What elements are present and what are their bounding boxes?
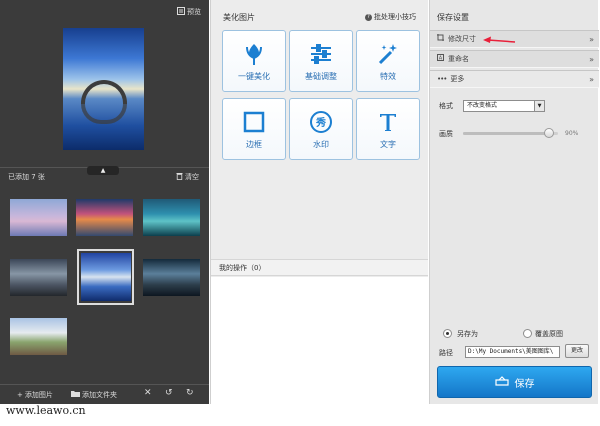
more-label: 更多 (450, 74, 465, 83)
image-thumbnail[interactable] (143, 199, 200, 236)
save-settings-panel: 保存设置 修改尺寸 » A 重命名 » ••• 更多 » 格式 不改变格式 ▼ … (429, 0, 599, 404)
image-thumbnail[interactable] (10, 259, 67, 296)
overwrite-label: 覆盖原图 (535, 330, 563, 338)
magic-wand-icon (357, 41, 419, 67)
app-window: 预览 ▲ 已添加 7 张 清空 + 添加图片 添加文件夹 ✕ ↺ ↻ 美化图片 … (0, 0, 600, 426)
clear-button[interactable]: 清空 (176, 172, 199, 182)
resize-label: 修改尺寸 (448, 34, 476, 43)
chevron-right-icon: » (589, 55, 594, 64)
image-list-panel: 预览 ▲ 已添加 7 张 清空 + 添加图片 添加文件夹 ✕ ↺ ↻ (0, 0, 209, 404)
save-settings-title: 保存设置 (437, 13, 469, 22)
save-label: 保存 (514, 378, 535, 390)
tool-border[interactable]: 边框 (222, 98, 286, 160)
format-label: 格式 (439, 102, 453, 110)
tool-watermark[interactable]: 秀 水印 (289, 98, 353, 160)
format-select[interactable]: 不改变格式 ▼ (463, 100, 545, 112)
quality-value: 90% (565, 130, 579, 137)
add-image-label: 添加图片 (24, 390, 53, 399)
bridge-reflection (81, 104, 127, 124)
rename-label: 重命名 (448, 54, 469, 63)
image-thumbnail[interactable] (143, 259, 200, 296)
bridge-arch (81, 80, 127, 104)
tool-label: 文字 (380, 140, 396, 149)
quality-label: 画质 (439, 130, 453, 138)
sliders-icon (290, 41, 352, 67)
more-section[interactable]: ••• 更多 » (430, 70, 599, 88)
clear-label: 清空 (185, 173, 199, 181)
my-operations-header: 我的操作（0） (211, 259, 428, 276)
save-button[interactable]: 保存 (437, 366, 592, 398)
rename-section[interactable]: A 重命名 » (430, 50, 599, 68)
rename-icon: A (437, 51, 444, 68)
plus-icon: + (17, 390, 23, 399)
left-toolbar: + 添加图片 添加文件夹 (0, 384, 209, 404)
quality-slider-handle[interactable] (543, 128, 554, 138)
image-thumbnail-selected[interactable] (81, 253, 131, 301)
tips-label: 批处理小技巧 (374, 13, 416, 21)
path-field[interactable]: D:\My Documents\美图图库\ (465, 346, 560, 358)
tool-auto-beautify[interactable]: 一键美化 (222, 30, 286, 92)
path-label: 路径 (439, 349, 453, 357)
trash-icon (176, 172, 183, 182)
tool-label: 特效 (380, 72, 396, 81)
more-icon: ••• (437, 74, 447, 83)
image-thumbnail[interactable] (76, 199, 133, 236)
save-as-label: 另存为 (457, 330, 478, 338)
preview-button[interactable]: 预览 (177, 7, 201, 17)
tool-basic-adjust[interactable]: 基础调整 (289, 30, 353, 92)
quality-slider[interactable] (463, 128, 558, 138)
tool-text[interactable]: 文字 (356, 98, 420, 160)
beautify-panel: 美化图片 ? 批处理小技巧 一键美化 基础调整 特效 边框 秀 水印 文字 我的… (210, 0, 428, 404)
main-preview-image (63, 28, 144, 150)
collapse-toggle[interactable]: ▲ (87, 166, 119, 175)
folder-icon (71, 390, 80, 399)
add-folder-label: 添加文件夹 (82, 390, 117, 399)
question-icon: ? (365, 13, 372, 21)
chevron-down-icon: » (589, 75, 594, 84)
quality-slider-fill (463, 132, 549, 135)
preview-icon (177, 7, 185, 17)
svg-text:A: A (439, 55, 443, 61)
tulip-icon (223, 41, 285, 67)
add-folder-button[interactable]: 添加文件夹 (71, 390, 117, 400)
site-watermark: www.leawo.cn (6, 404, 86, 417)
delete-icon[interactable]: ✕ (144, 389, 153, 398)
frame-icon (223, 109, 285, 135)
tool-label: 边框 (246, 140, 262, 149)
tips-link[interactable]: ? 批处理小技巧 (365, 12, 416, 22)
crop-icon (437, 31, 444, 48)
format-value: 不改变格式 (467, 102, 498, 109)
dropdown-arrow-icon: ▼ (534, 101, 544, 111)
save-icon (494, 375, 509, 389)
rotate-left-icon[interactable]: ↺ (165, 389, 174, 398)
svg-text:秀: 秀 (315, 116, 326, 129)
chevron-right-icon: » (589, 35, 594, 44)
annotation-arrow-icon (483, 36, 516, 43)
add-image-button[interactable]: + 添加图片 (17, 390, 53, 400)
save-as-radio[interactable] (443, 329, 452, 338)
tool-label: 一键美化 (238, 72, 270, 81)
image-thumbnail[interactable] (10, 318, 67, 355)
image-count: 已添加 7 张 (8, 173, 45, 181)
operations-list (211, 277, 428, 404)
text-icon (357, 109, 419, 135)
watermark-icon: 秀 (290, 109, 352, 135)
beautify-title: 美化图片 (223, 13, 255, 22)
overwrite-radio[interactable] (523, 329, 532, 338)
tool-label: 基础调整 (305, 72, 337, 81)
rotate-right-icon[interactable]: ↻ (186, 389, 195, 398)
preview-label: 预览 (187, 8, 201, 16)
tool-effects[interactable]: 特效 (356, 30, 420, 92)
image-thumbnail[interactable] (10, 199, 67, 236)
tool-label: 水印 (313, 140, 329, 149)
chevron-up-icon: ▲ (100, 167, 106, 174)
change-path-button[interactable]: 更改 (565, 344, 589, 358)
